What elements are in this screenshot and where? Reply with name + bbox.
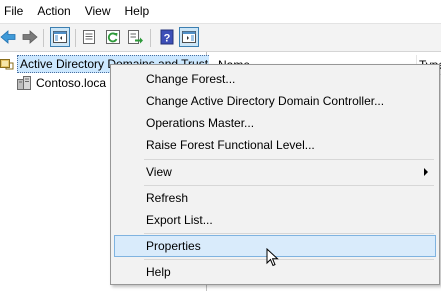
menu-separator [144,159,434,160]
toolbar-separator [43,29,44,47]
submenu-arrow-icon [424,168,428,176]
back-arrow-icon[interactable] [0,28,18,46]
menu-separator [144,233,434,234]
menu-item-refresh[interactable]: Refresh [114,187,436,209]
toolbar-separator [75,29,76,47]
forward-arrow-icon[interactable] [20,28,38,46]
menu-help[interactable]: Help [118,0,157,23]
mouse-cursor-icon [266,248,279,267]
menu-view[interactable]: View [78,0,118,23]
menu-item-export-list[interactable]: Export List... [114,209,436,231]
toolbar-separator [150,29,151,47]
show-hide-console-tree-icon[interactable] [50,27,70,47]
menu-item-label: Change Forest... [146,72,236,86]
menu-action[interactable]: Action [30,0,77,23]
domain-icon [17,76,31,90]
toolbar: ? [0,23,441,52]
menu-bar: File Action View Help [0,0,441,23]
tree-child-domain[interactable]: Contoso.loca [16,74,106,92]
svg-text:?: ? [164,33,171,45]
ad-domains-trusts-icon [0,59,14,70]
menu-item-label: Operations Master... [146,116,255,130]
menu-separator [144,259,434,260]
help-icon[interactable]: ? [158,28,176,46]
show-hide-action-pane-icon[interactable] [179,27,199,47]
menu-file[interactable]: File [0,0,30,23]
export-list-icon[interactable] [126,28,144,46]
menu-item-change-forest[interactable]: Change Forest... [114,68,436,90]
menu-item-operations-master[interactable]: Operations Master... [114,112,436,134]
properties-icon[interactable] [80,28,98,46]
menu-item-label: Help [146,265,171,279]
menu-item-label: Export List... [146,213,213,227]
menu-item-label: Refresh [146,191,189,205]
refresh-icon[interactable] [104,28,122,46]
menu-item-raise-forest-level[interactable]: Raise Forest Functional Level... [114,134,436,156]
menu-item-label: View [146,165,172,179]
menu-item-change-domain-controller[interactable]: Change Active Directory Domain Controlle… [114,90,436,112]
tree-child-label: Contoso.loca [36,76,107,90]
menu-separator [144,185,434,186]
menu-item-label: Change Active Directory Domain Controlle… [146,94,385,108]
menu-item-view[interactable]: View [114,161,436,183]
menu-item-label: Properties [146,239,201,253]
menu-item-label: Raise Forest Functional Level... [146,138,315,152]
